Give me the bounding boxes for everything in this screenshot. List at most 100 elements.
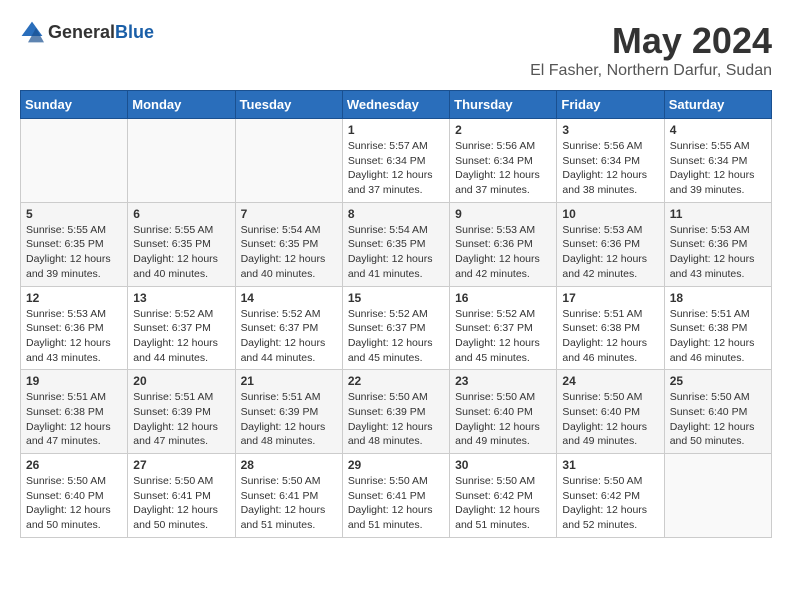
calendar-cell: 7 Sunrise: 5:54 AM Sunset: 6:35 PM Daylig…	[235, 202, 342, 286]
day-number: 18	[670, 291, 766, 305]
cell-content: Sunrise: 5:50 AM Sunset: 6:41 PM Dayligh…	[133, 474, 229, 533]
calendar-header-row: SundayMondayTuesdayWednesdayThursdayFrid…	[21, 91, 772, 119]
calendar-cell: 29Sunrise: 5:50 AM Sunset: 6:41 PM Dayli…	[342, 454, 449, 538]
week-row-3: 12 Sunrise: 5:53 AM Sunset: 6:36 PM Dayli…	[21, 286, 772, 370]
calendar-cell: 5 Sunrise: 5:55 AM Sunset: 6:35 PM Daylig…	[21, 202, 128, 286]
cell-content: Sunrise: 5:53 AM Sunset: 6:36 PM Dayligh…	[26, 307, 122, 366]
cell-content: Sunrise: 5:50 AM Sunset: 6:41 PM Dayligh…	[241, 474, 337, 533]
day-number: 27	[133, 458, 229, 472]
calendar-cell: 22 Sunrise: 5:50 AM Sunset: 6:39 PM Dayli…	[342, 370, 449, 454]
calendar-cell: 26 Sunrise: 5:50 AM Sunset: 6:40 PM Dayli…	[21, 454, 128, 538]
cell-content: Sunrise: 5:50 AM Sunset: 6:40 PM Dayligh…	[562, 390, 658, 449]
cell-content: Sunrise: 5:55 AM Sunset: 6:34 PM Dayligh…	[670, 139, 766, 198]
calendar-cell: 31 Sunrise: 5:50 AM Sunset: 6:42 PM Dayli…	[557, 454, 664, 538]
day-number: 17	[562, 291, 658, 305]
calendar-cell: 11Sunrise: 5:53 AM Sunset: 6:36 PM Dayli…	[664, 202, 771, 286]
week-row-2: 5 Sunrise: 5:55 AM Sunset: 6:35 PM Daylig…	[21, 202, 772, 286]
week-row-4: 19 Sunrise: 5:51 AM Sunset: 6:38 PM Dayli…	[21, 370, 772, 454]
logo-icon	[20, 20, 44, 44]
cell-content: Sunrise: 5:51 AM Sunset: 6:38 PM Dayligh…	[26, 390, 122, 449]
calendar-cell: 28 Sunrise: 5:50 AM Sunset: 6:41 PM Dayli…	[235, 454, 342, 538]
cell-content: Sunrise: 5:50 AM Sunset: 6:40 PM Dayligh…	[26, 474, 122, 533]
page-header: GeneralBlue May 2024 El Fasher, Northern…	[20, 20, 772, 80]
logo-blue: Blue	[115, 22, 154, 42]
day-header-saturday: Saturday	[664, 91, 771, 119]
calendar-cell: 16 Sunrise: 5:52 AM Sunset: 6:37 PM Dayli…	[450, 286, 557, 370]
calendar-cell: 27 Sunrise: 5:50 AM Sunset: 6:41 PM Dayli…	[128, 454, 235, 538]
location-title: El Fasher, Northern Darfur, Sudan	[530, 62, 772, 80]
day-header-monday: Monday	[128, 91, 235, 119]
cell-content: Sunrise: 5:55 AM Sunset: 6:35 PM Dayligh…	[133, 223, 229, 282]
day-number: 19	[26, 374, 122, 388]
calendar-cell: 19 Sunrise: 5:51 AM Sunset: 6:38 PM Dayli…	[21, 370, 128, 454]
calendar-cell: 9 Sunrise: 5:53 AM Sunset: 6:36 PM Daylig…	[450, 202, 557, 286]
calendar-cell: 15 Sunrise: 5:52 AM Sunset: 6:37 PM Dayli…	[342, 286, 449, 370]
day-number: 20	[133, 374, 229, 388]
day-header-sunday: Sunday	[21, 91, 128, 119]
day-number: 14	[241, 291, 337, 305]
calendar-cell: 4 Sunrise: 5:55 AM Sunset: 6:34 PM Daylig…	[664, 119, 771, 203]
calendar-cell: 8Sunrise: 5:54 AM Sunset: 6:35 PM Daylig…	[342, 202, 449, 286]
day-number: 28	[241, 458, 337, 472]
day-number: 15	[348, 291, 444, 305]
day-number: 22	[348, 374, 444, 388]
day-number: 16	[455, 291, 551, 305]
cell-content: Sunrise: 5:52 AM Sunset: 6:37 PM Dayligh…	[348, 307, 444, 366]
cell-content: Sunrise: 5:51 AM Sunset: 6:39 PM Dayligh…	[241, 390, 337, 449]
logo-general: General	[48, 22, 115, 42]
cell-content: Sunrise: 5:53 AM Sunset: 6:36 PM Dayligh…	[670, 223, 766, 282]
day-number: 29	[348, 458, 444, 472]
cell-content: Sunrise: 5:50 AM Sunset: 6:39 PM Dayligh…	[348, 390, 444, 449]
day-header-wednesday: Wednesday	[342, 91, 449, 119]
day-number: 31	[562, 458, 658, 472]
day-number: 6	[133, 207, 229, 221]
calendar-cell: 13Sunrise: 5:52 AM Sunset: 6:37 PM Dayli…	[128, 286, 235, 370]
day-number: 4	[670, 123, 766, 137]
calendar-cell: 30 Sunrise: 5:50 AM Sunset: 6:42 PM Dayli…	[450, 454, 557, 538]
day-number: 24	[562, 374, 658, 388]
title-block: May 2024 El Fasher, Northern Darfur, Sud…	[530, 20, 772, 80]
day-number: 21	[241, 374, 337, 388]
cell-content: Sunrise: 5:53 AM Sunset: 6:36 PM Dayligh…	[455, 223, 551, 282]
calendar-body: 1Sunrise: 5:57 AM Sunset: 6:34 PM Daylig…	[21, 119, 772, 538]
cell-content: Sunrise: 5:55 AM Sunset: 6:35 PM Dayligh…	[26, 223, 122, 282]
calendar-cell: 17 Sunrise: 5:51 AM Sunset: 6:38 PM Dayli…	[557, 286, 664, 370]
cell-content: Sunrise: 5:50 AM Sunset: 6:42 PM Dayligh…	[562, 474, 658, 533]
day-number: 7	[241, 207, 337, 221]
day-number: 5	[26, 207, 122, 221]
calendar-cell	[235, 119, 342, 203]
calendar-cell: 23Sunrise: 5:50 AM Sunset: 6:40 PM Dayli…	[450, 370, 557, 454]
logo: GeneralBlue	[20, 20, 154, 44]
day-number: 9	[455, 207, 551, 221]
cell-content: Sunrise: 5:51 AM Sunset: 6:38 PM Dayligh…	[562, 307, 658, 366]
cell-content: Sunrise: 5:54 AM Sunset: 6:35 PM Dayligh…	[241, 223, 337, 282]
calendar-cell: 21 Sunrise: 5:51 AM Sunset: 6:39 PM Dayli…	[235, 370, 342, 454]
day-number: 3	[562, 123, 658, 137]
day-number: 30	[455, 458, 551, 472]
calendar-cell: 6 Sunrise: 5:55 AM Sunset: 6:35 PM Daylig…	[128, 202, 235, 286]
week-row-1: 1Sunrise: 5:57 AM Sunset: 6:34 PM Daylig…	[21, 119, 772, 203]
cell-content: Sunrise: 5:57 AM Sunset: 6:34 PM Dayligh…	[348, 139, 444, 198]
calendar-cell	[21, 119, 128, 203]
cell-content: Sunrise: 5:50 AM Sunset: 6:40 PM Dayligh…	[455, 390, 551, 449]
calendar-table: SundayMondayTuesdayWednesdayThursdayFrid…	[20, 90, 772, 538]
cell-content: Sunrise: 5:56 AM Sunset: 6:34 PM Dayligh…	[562, 139, 658, 198]
calendar-cell: 3 Sunrise: 5:56 AM Sunset: 6:34 PM Daylig…	[557, 119, 664, 203]
cell-content: Sunrise: 5:56 AM Sunset: 6:34 PM Dayligh…	[455, 139, 551, 198]
day-header-friday: Friday	[557, 91, 664, 119]
calendar-cell: 20Sunrise: 5:51 AM Sunset: 6:39 PM Dayli…	[128, 370, 235, 454]
day-number: 26	[26, 458, 122, 472]
cell-content: Sunrise: 5:54 AM Sunset: 6:35 PM Dayligh…	[348, 223, 444, 282]
calendar-cell: 18 Sunrise: 5:51 AM Sunset: 6:38 PM Dayli…	[664, 286, 771, 370]
calendar-cell: 12 Sunrise: 5:53 AM Sunset: 6:36 PM Dayli…	[21, 286, 128, 370]
logo-text: GeneralBlue	[48, 22, 154, 43]
calendar-cell: 25Sunrise: 5:50 AM Sunset: 6:40 PM Dayli…	[664, 370, 771, 454]
day-number: 12	[26, 291, 122, 305]
cell-content: Sunrise: 5:52 AM Sunset: 6:37 PM Dayligh…	[133, 307, 229, 366]
cell-content: Sunrise: 5:51 AM Sunset: 6:38 PM Dayligh…	[670, 307, 766, 366]
calendar-cell: 14 Sunrise: 5:52 AM Sunset: 6:37 PM Dayli…	[235, 286, 342, 370]
cell-content: Sunrise: 5:50 AM Sunset: 6:42 PM Dayligh…	[455, 474, 551, 533]
cell-content: Sunrise: 5:52 AM Sunset: 6:37 PM Dayligh…	[241, 307, 337, 366]
calendar-cell	[664, 454, 771, 538]
cell-content: Sunrise: 5:52 AM Sunset: 6:37 PM Dayligh…	[455, 307, 551, 366]
